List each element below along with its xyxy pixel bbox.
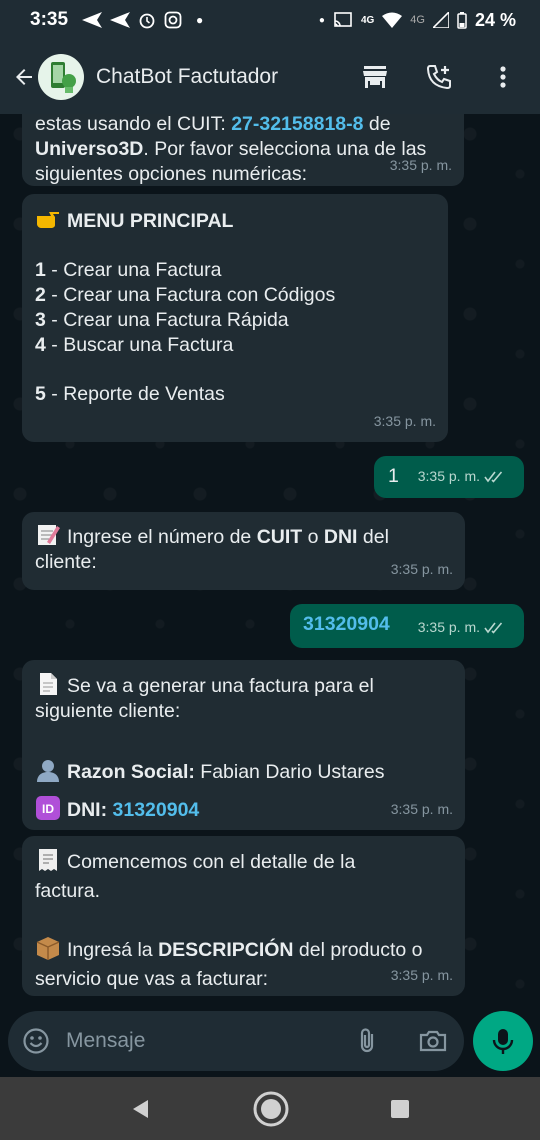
back-arrow-icon [16, 69, 32, 85]
wifi-icon [382, 12, 403, 28]
memo-icon [38, 525, 60, 545]
battery-icon [457, 11, 467, 29]
menu-item: 4 - Buscar una Factura [35, 334, 234, 356]
signal-icon [432, 12, 449, 28]
add-call-button[interactable] [424, 62, 454, 92]
person-icon [37, 760, 59, 782]
message-time: 3:35 p. m. [390, 801, 453, 817]
send-icon [82, 12, 103, 28]
message-bubble-incoming[interactable]: Se va a generar una factura para el sigu… [22, 660, 465, 830]
chat-title[interactable]: ChatBot Factutador [96, 65, 360, 89]
emoji-icon[interactable] [22, 1027, 50, 1055]
voice-message-button[interactable] [473, 1011, 533, 1071]
nav-back-icon[interactable] [130, 1098, 152, 1120]
menu-title: MENU PRINCIPAL [35, 206, 435, 234]
store-button[interactable] [360, 62, 390, 92]
more-options-button[interactable] [488, 62, 518, 92]
camera-icon[interactable] [418, 1026, 448, 1056]
microphone-icon [492, 1029, 514, 1054]
message-line: factura. [35, 880, 101, 902]
svg-text:ID: ID [42, 802, 54, 816]
message-time: 3:35 p. m. [390, 561, 453, 577]
store-icon [363, 66, 387, 88]
alarm-icon [139, 13, 155, 29]
attach-icon[interactable] [354, 1027, 382, 1055]
menu-item: 1 - Crear una Factura [35, 259, 222, 281]
menu-item: 5 - Reporte de Ventas [35, 383, 225, 405]
message-time: 3:35 p. m. [418, 464, 504, 489]
razon-social-line: Razon Social: Fabian Dario Ustares [35, 757, 452, 785]
chat-header: ChatBot Factutador [0, 40, 540, 114]
message-line: Ingresá la DESCRIPCIÓN del producto o [35, 935, 452, 963]
message-time: 3:35 p. m. [373, 413, 436, 429]
add-call-icon [426, 65, 451, 90]
system-icons: ● 4G 4G 24 % [319, 10, 516, 31]
message-line: Ingrese el número de CUIT o DNI del [35, 522, 452, 550]
volte-icon: 4G [360, 14, 375, 26]
message-input[interactable]: Mensaje [66, 1029, 354, 1053]
message-bubble-incoming[interactable]: MENU PRINCIPAL 1 - Crear una Factura 2 -… [22, 194, 448, 442]
dni-line: ID DNI: 31320904 [35, 795, 452, 823]
message-line: siguientes opciones numéricas: [35, 163, 308, 185]
phone-number-link[interactable]: 31320904 [303, 613, 390, 635]
message-composer: Mensaje [8, 1011, 464, 1071]
cuit-link[interactable]: 27-32158818-8 [231, 114, 363, 135]
message-time: 3:35 p. m. [390, 967, 453, 983]
receipt-icon [39, 849, 57, 871]
message-line: estas usando el CUIT: 27-32158818-8 de [35, 114, 391, 135]
nav-home-icon[interactable] [252, 1090, 290, 1128]
send-icon [110, 12, 131, 28]
double-check-icon [484, 622, 503, 634]
notification-icons: ● [82, 11, 203, 29]
message-line: Se va a generar una factura para el [35, 671, 452, 699]
cast-icon [334, 12, 352, 27]
message-bubble-incoming[interactable]: estas usando el CUIT: 27-32158818-8 de U… [22, 114, 464, 186]
message-line: Comencemos con el detalle de la [35, 847, 452, 875]
chat-area[interactable]: estas usando el CUIT: 27-32158818-8 de U… [0, 114, 540, 1004]
status-bar: 3:35 ● ● 4G 4G 24 % [0, 0, 540, 40]
package-icon [36, 937, 60, 960]
id-badge-icon: ID [36, 796, 60, 820]
message-bubble-outgoing[interactable]: 31320904 3:35 p. m. [290, 604, 524, 648]
pointing-hand-icon [37, 212, 59, 228]
dot-icon: ● [318, 14, 325, 26]
message-time: 3:35 p. m. [389, 157, 452, 173]
message-line: cliente: [35, 551, 97, 573]
message-line: siguiente cliente: [35, 700, 181, 722]
double-check-icon [484, 471, 503, 483]
message-line: servicio que vas a facturar: [35, 968, 269, 990]
network-label: 4G [410, 14, 425, 26]
status-time: 3:35 [30, 9, 69, 30]
more-vert-icon [500, 66, 506, 88]
bot-avatar-icon [51, 62, 76, 93]
battery-level: 24 % [474, 9, 516, 30]
message-bubble-outgoing[interactable]: 1 3:35 p. m. [374, 456, 524, 498]
message-bubble-incoming[interactable]: Comencemos con el detalle de la factura.… [22, 836, 465, 996]
dni-link[interactable]: 31320904 [113, 799, 200, 821]
message-text: 1 [388, 465, 399, 487]
menu-item: 3 - Crear una Factura Rápida [35, 309, 289, 331]
avatar[interactable] [38, 54, 84, 100]
message-line: Universo3D. Por favor selecciona una de … [35, 138, 427, 160]
message-time: 3:35 p. m. [418, 615, 504, 640]
page-icon [40, 673, 57, 695]
dot-icon: ● [196, 13, 204, 27]
system-navigation-bar [0, 1077, 540, 1140]
menu-item: 2 - Crear una Factura con Códigos [35, 284, 336, 306]
nav-recents-icon[interactable] [390, 1099, 410, 1119]
instagram-icon [164, 11, 182, 29]
message-bubble-incoming[interactable]: Ingrese el número de CUIT o DNI del clie… [22, 512, 465, 590]
